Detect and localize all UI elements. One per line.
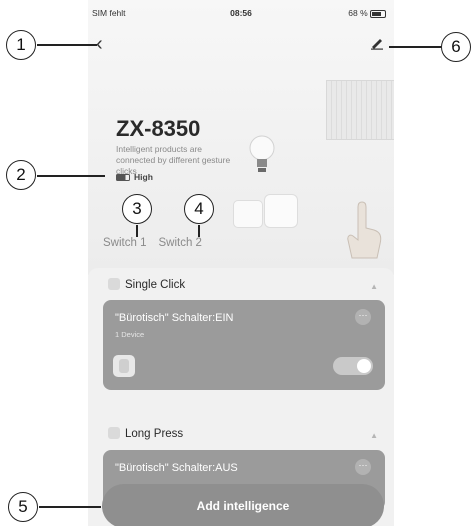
tab-switch-1[interactable]: Switch 1	[103, 237, 146, 249]
plug-illustration-2	[264, 194, 298, 228]
status-bar: SIM fehlt 08:56 68 %	[88, 8, 394, 22]
callout-1: 1	[6, 30, 36, 60]
callout-6: 6	[441, 32, 471, 62]
radiator-illustration	[326, 80, 394, 140]
scene-device-count: 1 Device	[115, 330, 145, 339]
scene-title: "Bürotisch" Schalter:AUS	[115, 462, 238, 474]
callout-line	[37, 175, 105, 177]
back-button[interactable]: ‹	[96, 34, 103, 54]
device-title: ZX-8350	[116, 116, 201, 141]
battery-level-icon	[116, 174, 130, 182]
device-thumbnail	[113, 355, 135, 377]
long-press-icon	[108, 427, 120, 439]
callout-3: 3	[122, 194, 152, 224]
callout-line	[39, 506, 101, 508]
switch-tabs: Switch 1 Switch 2	[103, 237, 214, 249]
scene-card[interactable]: "Bürotisch" Schalter:EIN 1 Device ···	[103, 300, 385, 390]
battery-level-label: High	[134, 172, 153, 182]
plug-illustration	[233, 200, 263, 228]
section-title: Single Click	[125, 279, 186, 291]
collapse-icon[interactable]: ▲	[370, 431, 378, 440]
more-icon[interactable]: ···	[355, 309, 371, 325]
battery-status: 68 %	[348, 8, 386, 18]
phone-screen: SIM fehlt 08:56 68 % ‹ ZX-8350 Intellige…	[88, 0, 394, 526]
scene-toggle[interactable]	[333, 357, 373, 375]
battery-level: High	[116, 172, 153, 182]
callout-line	[198, 225, 200, 237]
single-click-icon	[108, 278, 120, 290]
callout-2: 2	[6, 160, 36, 190]
battery-percent: 68 %	[348, 8, 368, 18]
collapse-icon[interactable]: ▲	[370, 282, 378, 291]
bulb-illustration	[249, 135, 275, 172]
section-single-click: Single Click	[108, 278, 185, 291]
battery-icon	[370, 9, 386, 18]
tab-switch-2[interactable]: Switch 2	[158, 237, 201, 249]
callout-line	[37, 44, 97, 46]
hand-illustration	[347, 201, 382, 259]
add-intelligence-button[interactable]: Add intelligence	[102, 484, 384, 526]
callout-line	[389, 46, 441, 48]
callout-line	[136, 225, 138, 237]
section-long-press: Long Press	[108, 427, 183, 440]
callout-4: 4	[184, 194, 214, 224]
more-icon[interactable]: ···	[355, 459, 371, 475]
edit-icon[interactable]	[370, 36, 384, 50]
scene-title: "Bürotisch" Schalter:EIN	[115, 312, 234, 324]
callout-5: 5	[8, 492, 38, 522]
section-title: Long Press	[125, 428, 184, 440]
